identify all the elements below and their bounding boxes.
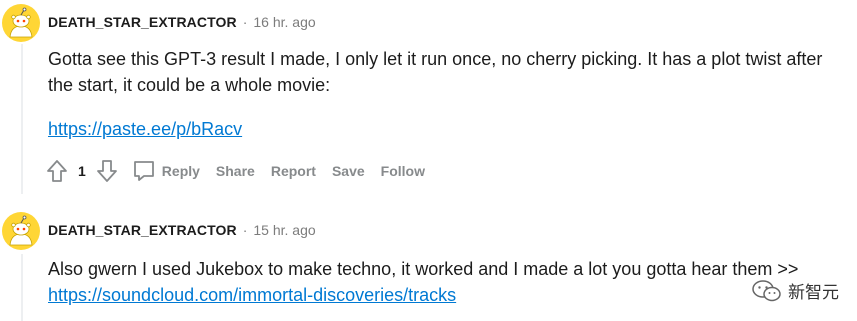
comment: DEATH_STAR_EXTRACTOR · 16 hr. ago Gotta … [0,0,857,200]
vote-count: 1 [78,163,86,179]
comment-link[interactable]: https://soundcloud.com/immortal-discover… [48,282,456,308]
comment-meta: DEATH_STAR_EXTRACTOR · 16 hr. ago [48,14,316,30]
wechat-logo-icon [752,279,781,301]
comment: DEATH_STAR_EXTRACTOR · 15 hr. ago Also g… [0,208,857,321]
watermark-text: 新智元 [788,283,839,303]
comment-body: Also gwern I used Jukebox to make techno… [48,256,848,308]
timestamp[interactable]: 15 hr. ago [253,222,315,238]
comment-text: Gotta see this GPT-3 result I made, I on… [48,49,823,95]
comment-body: Gotta see this GPT-3 result I made, I on… [48,46,848,142]
follow-button[interactable]: Follow [381,163,425,179]
save-label: Save [331,163,365,179]
share-label: Share [215,163,255,179]
meta-separator: · [242,222,248,238]
timestamp[interactable]: 16 hr. ago [253,14,315,30]
report-label: Report [270,163,316,179]
reply-button[interactable]: Reply [132,159,200,183]
author-name[interactable]: DEATH_STAR_EXTRACTOR [48,14,237,30]
comment-text: Also gwern I used Jukebox to make techno… [48,259,799,279]
comment-link[interactable]: https://paste.ee/p/bRacv [48,116,242,142]
avatar-icon[interactable] [2,212,40,250]
share-button[interactable]: Share [216,163,255,179]
comment-actions: 1 Reply Share Report Save Follow [44,155,441,187]
meta-separator: · [242,14,248,30]
reply-label: Reply [161,163,200,179]
save-button[interactable]: Save [332,163,365,179]
upvote-button[interactable] [44,158,70,184]
follow-label: Follow [380,163,425,179]
report-button[interactable]: Report [271,163,316,179]
comment-meta: DEATH_STAR_EXTRACTOR · 15 hr. ago [48,222,316,238]
comment-bubble-icon [133,161,154,181]
downvote-arrow-icon [96,160,117,182]
downvote-button[interactable] [94,158,120,184]
upvote-arrow-icon [47,160,67,182]
watermark: 新智元 [752,278,839,303]
avatar-icon[interactable] [2,4,40,42]
author-name[interactable]: DEATH_STAR_EXTRACTOR [48,222,237,238]
